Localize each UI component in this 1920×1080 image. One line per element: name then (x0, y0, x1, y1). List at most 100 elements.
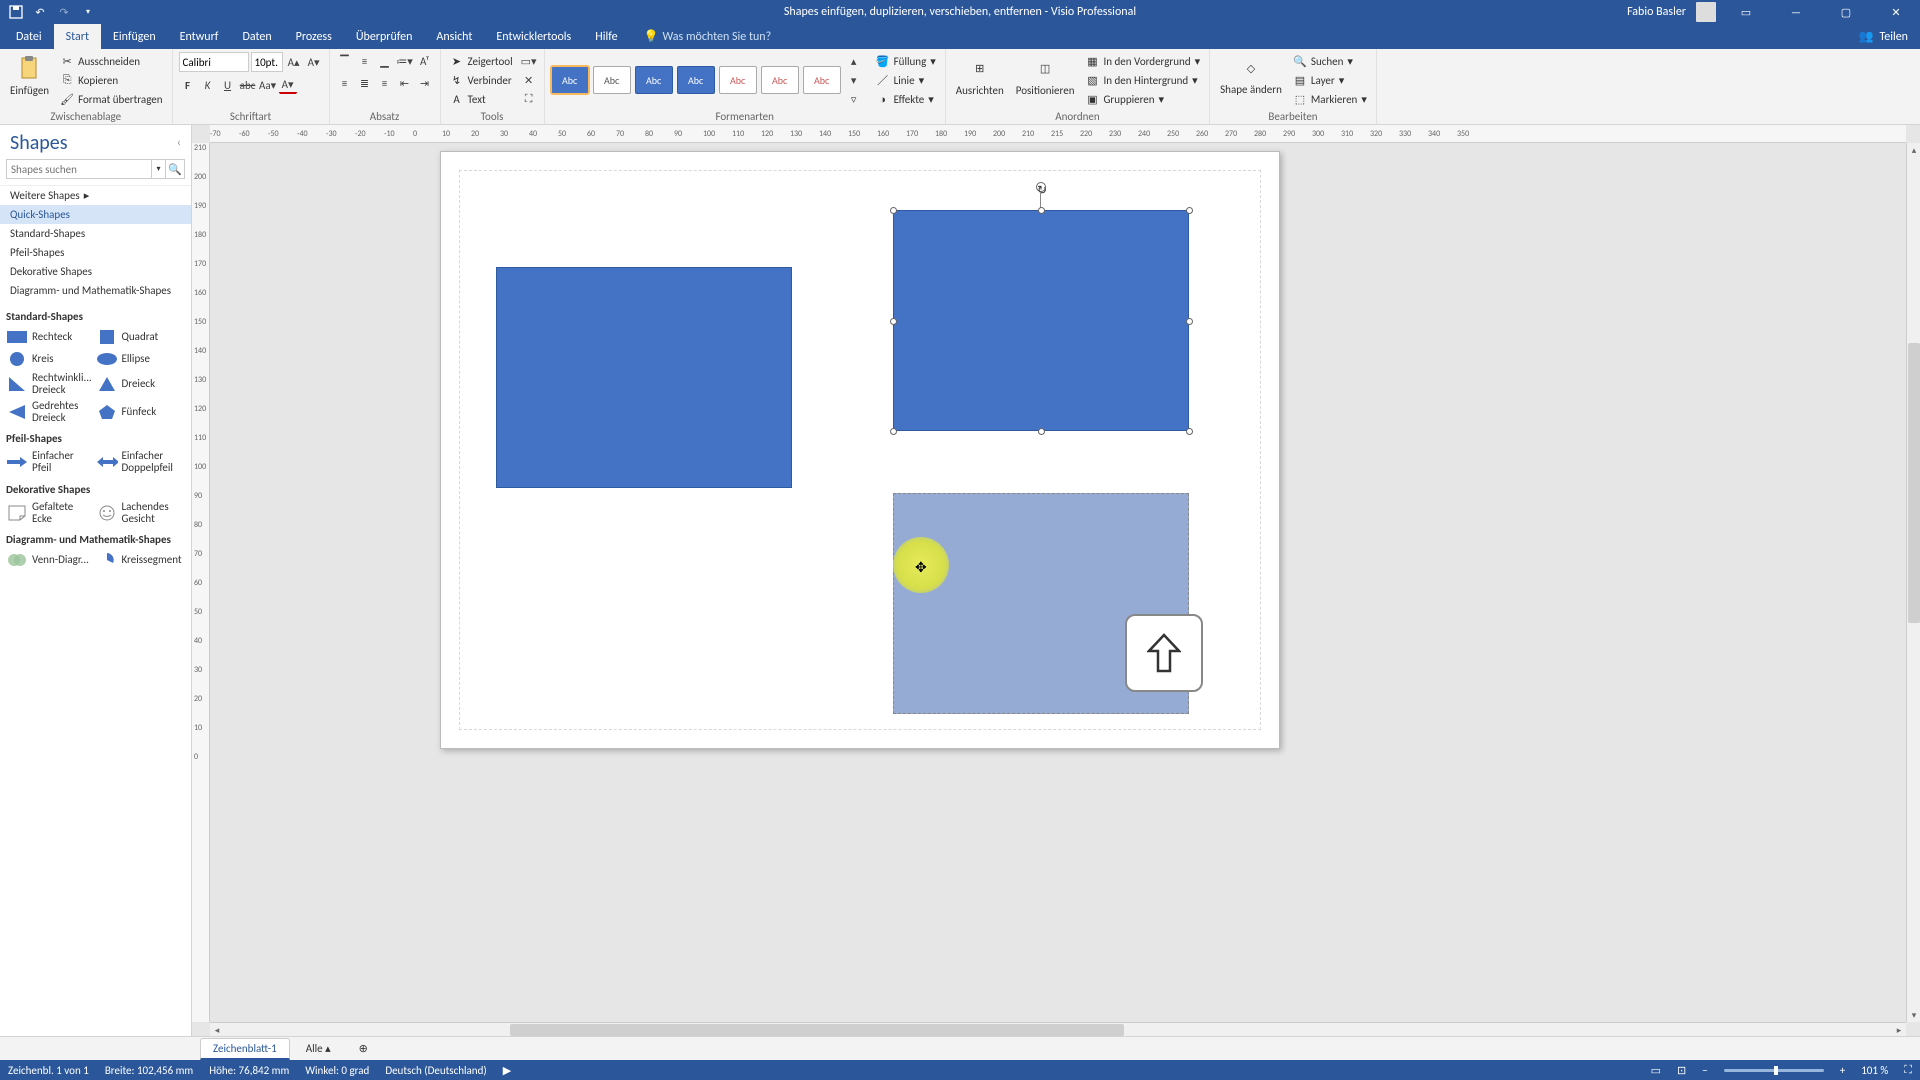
gallery-down-icon[interactable]: ▾ (845, 71, 863, 89)
tab-entwurf[interactable]: Entwurf (168, 24, 231, 49)
style-7[interactable]: Abc (803, 66, 841, 94)
ribbon-mode-icon[interactable]: ▭ (1726, 0, 1766, 24)
style-gallery[interactable]: Abc Abc Abc Abc Abc Abc Abc ▴ ▾ ▿ (551, 52, 863, 108)
share-button[interactable]: Teilen (1879, 30, 1908, 44)
send-back-button[interactable]: ▧In den Hintergrund ▾ (1082, 71, 1203, 89)
shrink-font-icon[interactable]: A▾ (305, 53, 323, 71)
shape-rectangle-2-selected[interactable] (893, 210, 1189, 431)
style-1[interactable]: Abc (551, 66, 589, 94)
macro-record-icon[interactable]: ▶ (503, 1064, 511, 1077)
sheet-tab-1[interactable]: Zeichenblatt-1 (200, 1038, 290, 1060)
group-button[interactable]: ▣Gruppieren ▾ (1082, 90, 1203, 108)
tab-daten[interactable]: Daten (230, 24, 283, 49)
shape-triangle[interactable]: Dreieck (96, 370, 186, 398)
tab-datei[interactable]: Datei (4, 24, 54, 49)
handle-s[interactable] (1038, 428, 1045, 435)
rotation-handle[interactable]: ↻ (1036, 182, 1046, 192)
vscroll-thumb[interactable] (1908, 343, 1920, 623)
drawing-page[interactable]: ↻ ✥ (440, 151, 1280, 749)
style-3[interactable]: Abc (635, 66, 673, 94)
align-center-icon[interactable]: ≣ (356, 74, 374, 92)
font-color-icon[interactable]: A▾ (279, 76, 297, 94)
handle-n[interactable] (1038, 207, 1045, 214)
vertical-scrollbar[interactable]: ▴ ▾ (1906, 143, 1920, 1022)
fit-page-icon[interactable]: ⊡ (1677, 1064, 1686, 1077)
scroll-up-icon[interactable]: ▴ (1907, 143, 1920, 157)
style-4[interactable]: Abc (677, 66, 715, 94)
horizontal-ruler[interactable]: -70-60-50-40-30-20-100102030405060708090… (210, 125, 1906, 143)
shape-pie-slice[interactable]: Kreissegment (96, 549, 186, 571)
stencil-pfeil-shapes[interactable]: Pfeil-Shapes (0, 243, 191, 262)
tell-me-search[interactable]: 💡 Was möchten Sie tun? (644, 24, 772, 49)
align-bottom-icon[interactable]: ▁ (376, 52, 394, 70)
handle-ne[interactable] (1186, 207, 1193, 214)
find-button[interactable]: 🔍Suchen ▾ (1290, 52, 1370, 70)
bullets-icon[interactable]: ≔▾ (396, 52, 414, 70)
style-5[interactable]: Abc (719, 66, 757, 94)
stencil-dekorative-shapes[interactable]: Dekorative Shapes (0, 262, 191, 281)
shape-folded-corner[interactable]: Gefaltete Ecke (6, 499, 96, 527)
italic-icon[interactable]: K (199, 76, 217, 94)
bold-icon[interactable]: F (179, 76, 197, 94)
shape-double-arrow[interactable]: Einfacher Doppelpfeil (96, 448, 186, 476)
stencil-standard-shapes[interactable]: Standard-Shapes (0, 224, 191, 243)
scroll-down-icon[interactable]: ▾ (1907, 1008, 1920, 1022)
shape-rotated-triangle[interactable]: Gedrehtes Dreieck (6, 398, 96, 426)
search-go-icon[interactable]: 🔍 (165, 159, 185, 179)
save-icon[interactable] (8, 4, 24, 20)
tab-entwicklertools[interactable]: Entwicklertools (484, 24, 583, 49)
zoom-value[interactable]: 101 % (1861, 1064, 1888, 1077)
hscroll-thumb[interactable] (510, 1024, 1124, 1036)
case-icon[interactable]: Aa▾ (259, 76, 277, 94)
cut-button[interactable]: ✂Ausschneiden (57, 52, 165, 70)
sheet-add-button[interactable]: ⊕ (347, 1039, 380, 1058)
connector-tool-button[interactable]: ↯Verbinder (447, 71, 516, 89)
align-right-icon[interactable]: ≡ (376, 74, 394, 92)
connection-point-icon[interactable]: ✕ (520, 71, 538, 89)
crop-tool-icon[interactable]: ⛶ (520, 90, 538, 108)
avatar[interactable] (1696, 2, 1716, 22)
text-direction-icon[interactable]: Aᵀ (416, 52, 434, 70)
user-name[interactable]: Fabio Basler (1627, 5, 1686, 19)
underline-icon[interactable]: U (219, 76, 237, 94)
tab-einfuegen[interactable]: Einfügen (101, 24, 168, 49)
fit-window-icon[interactable]: ⛶ (1904, 1063, 1912, 1077)
more-shapes-button[interactable]: Weitere Shapes ▸ (0, 186, 191, 205)
position-button[interactable]: ◫Positionieren (1012, 52, 1079, 99)
shape-quadrat[interactable]: Quadrat (96, 326, 186, 348)
tab-hilfe[interactable]: Hilfe (583, 24, 629, 49)
handle-se[interactable] (1186, 428, 1193, 435)
scroll-right-icon[interactable]: ▸ (1892, 1023, 1906, 1036)
align-left-icon[interactable]: ≡ (336, 74, 354, 92)
stencil-quick-shapes[interactable]: Quick-Shapes (0, 205, 191, 224)
shape-simple-arrow[interactable]: Einfacher Pfeil (6, 448, 96, 476)
drawing-canvas[interactable]: ↻ ✥ (210, 143, 1906, 1022)
line-button[interactable]: ／Linie ▾ (873, 71, 939, 89)
redo-icon[interactable]: ↷ (56, 4, 72, 20)
paste-button[interactable]: Einfügen (6, 52, 53, 99)
handle-w[interactable] (890, 318, 897, 325)
shape-smiley[interactable]: Lachendes Gesicht (96, 499, 186, 527)
change-shape-button[interactable]: ◇Shape ändern (1216, 52, 1286, 98)
zoom-slider[interactable] (1724, 1069, 1824, 1072)
shape-kreis[interactable]: Kreis (6, 348, 96, 370)
minimize-button[interactable]: — (1776, 0, 1816, 24)
undo-icon[interactable]: ↶ (32, 4, 48, 20)
format-painter-button[interactable]: 🖌Format übertragen (57, 90, 165, 108)
shape-ellipse[interactable]: Ellipse (96, 348, 186, 370)
tab-ansicht[interactable]: Ansicht (424, 24, 484, 49)
text-tool-button[interactable]: AText (447, 90, 516, 108)
font-size-combo[interactable] (251, 52, 283, 72)
font-name-combo[interactable] (179, 52, 249, 72)
gallery-more-icon[interactable]: ▿ (845, 90, 863, 108)
grow-font-icon[interactable]: A▴ (285, 53, 303, 71)
align-middle-icon[interactable]: ≡ (356, 52, 374, 70)
select-button[interactable]: ⬚Markieren ▾ (1290, 90, 1370, 108)
style-2[interactable]: Abc (593, 66, 631, 94)
shape-pentagon[interactable]: Fünfeck (96, 398, 186, 426)
effects-button[interactable]: ◑Effekte ▾ (873, 90, 939, 108)
zoom-in-icon[interactable]: + (1840, 1064, 1845, 1077)
align-button[interactable]: ⊞Ausrichten (952, 52, 1008, 99)
style-6[interactable]: Abc (761, 66, 799, 94)
shape-rectangle-1[interactable] (496, 267, 792, 488)
